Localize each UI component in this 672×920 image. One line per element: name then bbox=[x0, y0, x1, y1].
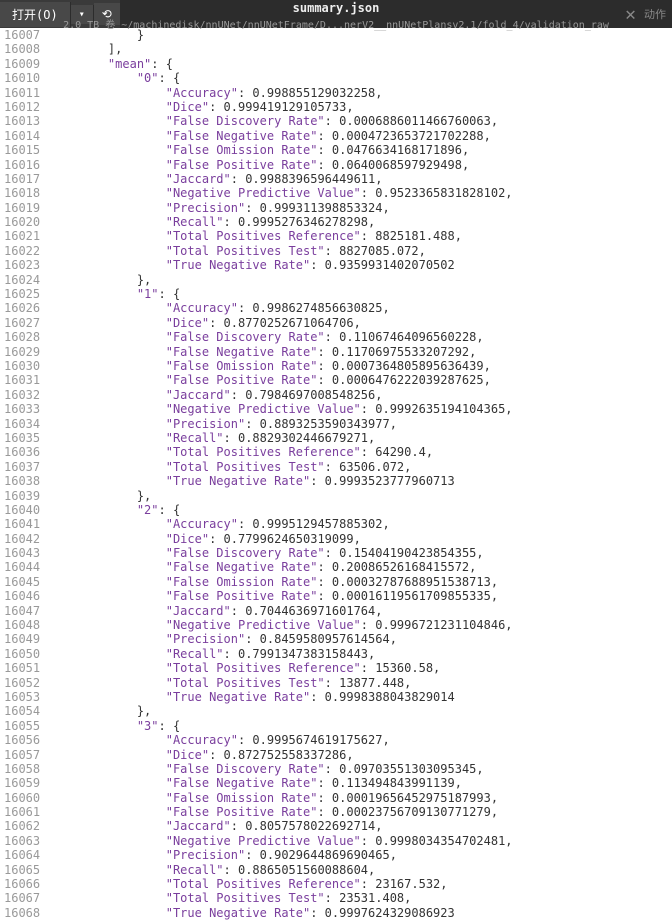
close-icon[interactable]: ✕ bbox=[625, 4, 636, 25]
action-label: 动作 bbox=[644, 6, 666, 22]
open-button[interactable]: 打开(O) bbox=[0, 2, 71, 27]
code-content[interactable]: } ], "mean": { "0": { "Accuracy": 0.9988… bbox=[48, 28, 672, 920]
line-number-gutter: 1600716008160091601016011160121601316014… bbox=[0, 28, 48, 920]
titlebar: 打开(O) ▾ ⟲ summary.json 2.0 TB 卷 ~/machin… bbox=[0, 0, 672, 28]
editor-area: 1600716008160091601016011160121601316014… bbox=[0, 28, 672, 920]
toolbar-left: 打开(O) ▾ ⟲ bbox=[0, 0, 120, 28]
open-dropdown-button[interactable]: ▾ bbox=[71, 5, 94, 24]
recent-files-button[interactable]: ⟲ bbox=[94, 3, 120, 25]
